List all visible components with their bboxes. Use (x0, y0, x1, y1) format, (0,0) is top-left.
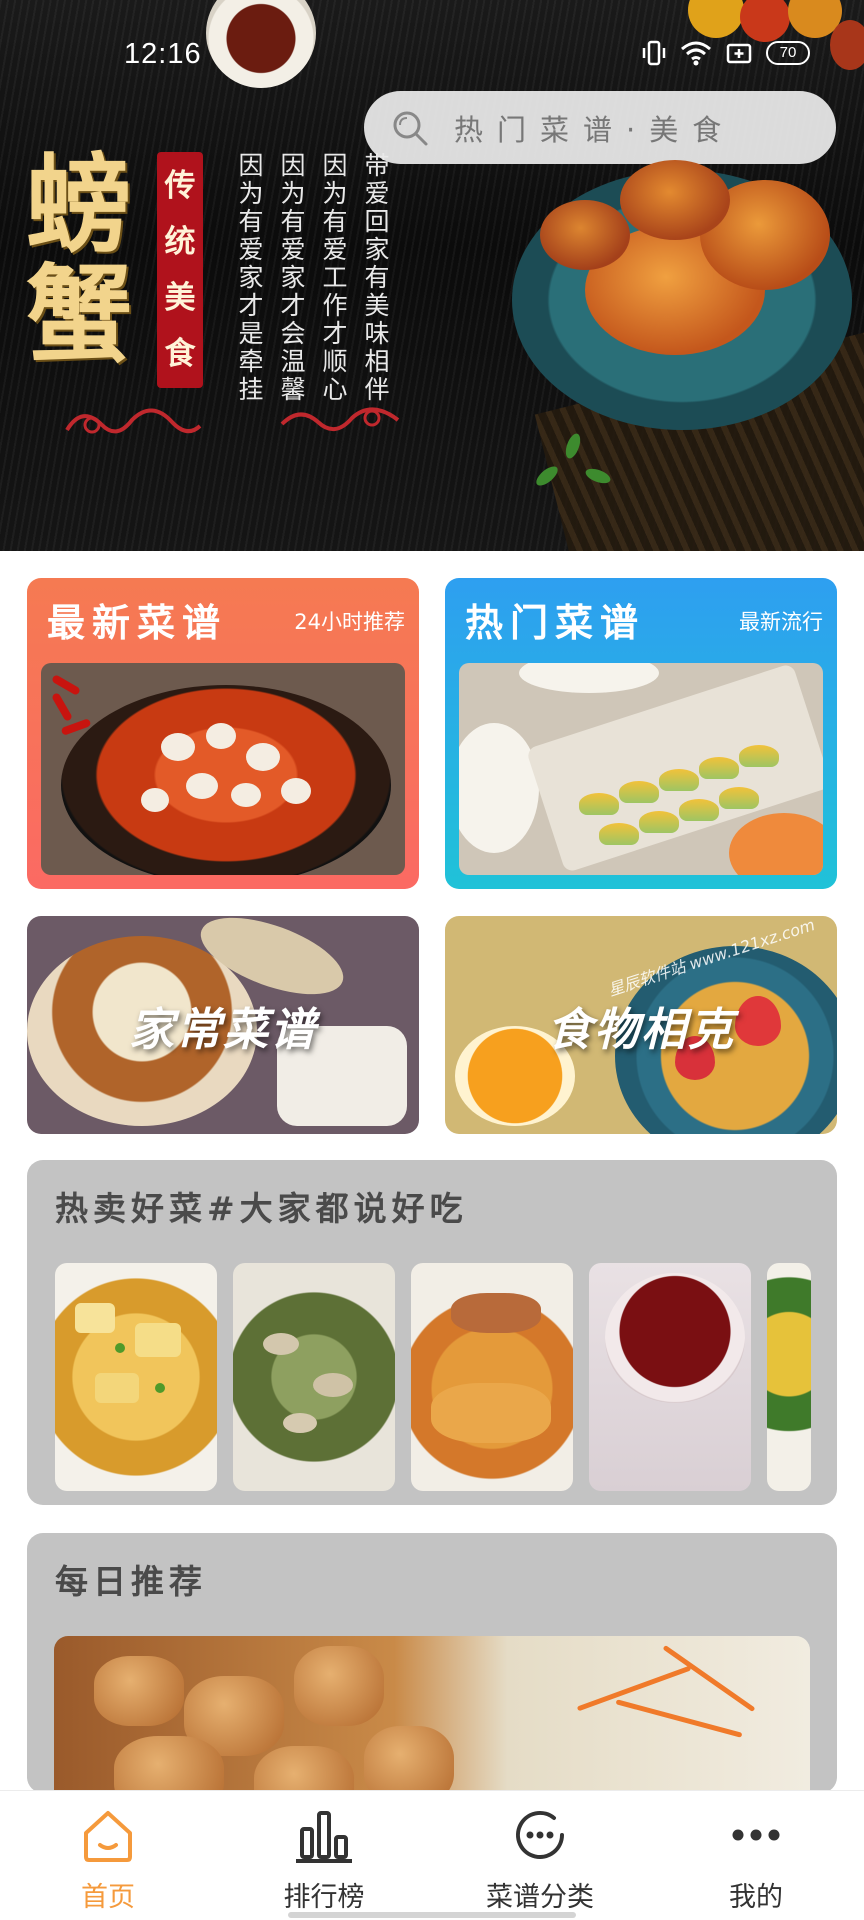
search-placeholder: 热门菜谱·美食 (454, 112, 736, 147)
wifi-icon (681, 41, 711, 66)
home-recipes-title: 家常菜谱 (128, 1002, 317, 1056)
bottom-navigation: 首页 排行榜 菜谱分类 我的 (0, 1790, 864, 1920)
vibrate-icon (642, 40, 666, 66)
dish-thumbnail[interactable] (233, 1263, 395, 1491)
nav-category[interactable]: 菜谱分类 (460, 1805, 620, 1915)
hero-poem: 因为有爱家才是牵挂 因为有爱家才会温馨 因为有爱工作才顺心 带爱回家有美味相伴 (232, 152, 392, 404)
home-recipes-card[interactable]: 家常菜谱 (27, 916, 419, 1134)
status-time: 12:16 (124, 38, 202, 70)
hot-sale-list[interactable] (55, 1263, 837, 1493)
more-icon (732, 1829, 780, 1841)
latest-recipes-title: 最新菜谱 (47, 600, 228, 645)
poem-line: 带爱回家有美味相伴 (361, 152, 390, 404)
dish-thumbnail[interactable] (767, 1263, 811, 1491)
ranking-icon (296, 1811, 352, 1863)
hot-recipes-subtitle: 最新流行 (739, 610, 823, 634)
swirl-ornament-right (280, 407, 400, 431)
hero-banner[interactable]: 12:16 70 热门菜谱·美食 螃 蟹 传 统 美 食 因为有爱家才是牵挂 因… (0, 0, 864, 551)
daily-recommend-title: 每日推荐 (55, 1562, 207, 1601)
nav-home[interactable]: 首页 (28, 1805, 188, 1915)
swirl-ornament-left (65, 408, 202, 434)
traditional-food-tag: 传 统 美 食 (157, 152, 203, 388)
dish-thumbnail[interactable] (55, 1263, 217, 1491)
hot-recipes-card[interactable]: 热门菜谱 最新流行 (445, 578, 837, 889)
battery-icon: 70 (766, 41, 810, 65)
hero-title: 螃 蟹 (26, 142, 132, 377)
hot-sale-panel: 热卖好菜#大家都说好吃 (27, 1160, 837, 1505)
food-conflict-title: 食物相克 (546, 1002, 735, 1056)
nav-ranking[interactable]: 排行榜 (244, 1805, 404, 1915)
hot-recipes-title: 热门菜谱 (465, 600, 646, 645)
feast-platter-image (459, 663, 823, 875)
poem-line: 因为有爱家才会温馨 (277, 152, 306, 404)
nav-mine-label: 我的 (729, 1882, 783, 1913)
screen-record-icon (726, 43, 752, 64)
hot-sale-title: 热卖好菜#大家都说好吃 (55, 1189, 468, 1228)
search-icon (393, 111, 428, 145)
poem-line: 因为有爱家才是牵挂 (235, 152, 264, 404)
home-icon (84, 1811, 132, 1862)
dish-thumbnail[interactable] (411, 1263, 573, 1491)
nav-category-label: 菜谱分类 (486, 1882, 594, 1913)
nav-mine[interactable]: 我的 (676, 1805, 836, 1915)
poem-line: 因为有爱工作才顺心 (319, 152, 348, 404)
search-bar[interactable]: 热门菜谱·美食 (364, 91, 836, 164)
nav-home-label: 首页 (81, 1882, 135, 1913)
clay-pot-dish-image (41, 663, 405, 875)
home-indicator[interactable] (288, 1912, 576, 1918)
daily-recommend-panel: 每日推荐 (27, 1533, 837, 1793)
food-conflict-card[interactable]: 星辰软件站 www.121xz.com 食物相克 (445, 916, 837, 1134)
daily-recommend-image[interactable] (54, 1636, 810, 1793)
dish-thumbnail[interactable] (589, 1263, 751, 1491)
category-icon (516, 1810, 564, 1859)
nav-ranking-label: 排行榜 (283, 1882, 365, 1913)
latest-recipes-subtitle: 24小时推荐 (294, 610, 405, 634)
latest-recipes-card[interactable]: 最新菜谱 24小时推荐 (27, 578, 419, 889)
